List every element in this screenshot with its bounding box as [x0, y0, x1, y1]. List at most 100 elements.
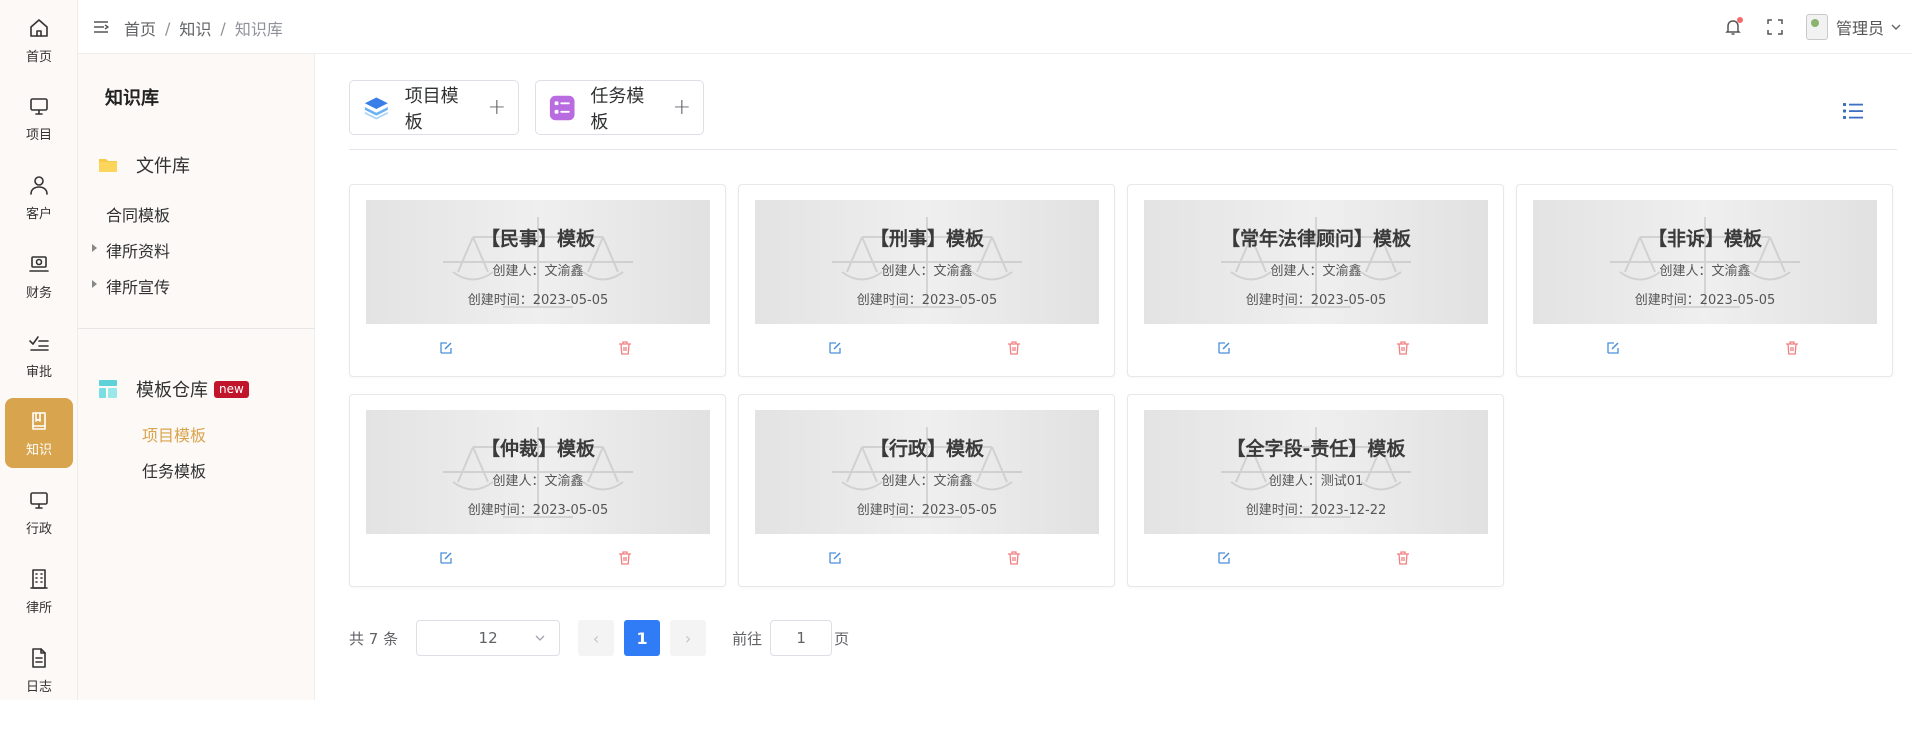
rail-item-log[interactable]: 日志: [5, 635, 73, 705]
edit-icon[interactable]: [827, 340, 843, 356]
card-creator: 创建人：测试01: [1268, 474, 1364, 489]
rail-item-projects[interactable]: 项目: [5, 83, 73, 153]
tab-task-templates[interactable]: 任务模板 +: [535, 80, 704, 135]
goto-label: 前往: [732, 629, 763, 648]
delete-icon[interactable]: [1006, 550, 1022, 566]
sidebar-item-project-templates[interactable]: 项目模板: [142, 422, 206, 446]
template-card[interactable]: 【全字段-责任】模板 创建人：测试01 创建时间：2023-12-22: [1127, 394, 1504, 587]
caret-right-icon[interactable]: [92, 280, 97, 288]
template-card[interactable]: 【民事】模板 创建人：文渝鑫 创建时间：2023-05-05: [349, 184, 726, 377]
sidebar-section-file-library[interactable]: 文件库: [98, 152, 190, 178]
goto-page-input[interactable]: [770, 620, 833, 656]
rail-item-admin[interactable]: 行政: [5, 477, 73, 547]
edit-icon[interactable]: [1605, 340, 1621, 356]
document-icon: [32, 647, 46, 668]
approve-icon: [29, 335, 49, 351]
tab-label: 任务模板: [590, 85, 645, 133]
monitor-icon: [30, 97, 48, 115]
user-name[interactable]: 管理员: [1836, 15, 1884, 39]
card-cover[interactable]: 【仲裁】模板 创建人：文渝鑫 创建时间：2023-05-05: [366, 410, 710, 534]
sidebar-item-firm-materials[interactable]: 律所资料: [92, 238, 170, 262]
card-title: 【全字段-责任】模板: [1226, 438, 1406, 460]
delete-icon[interactable]: [1784, 340, 1800, 356]
add-task-template-icon[interactable]: +: [673, 95, 691, 120]
rail-item-label: 审批: [25, 364, 52, 380]
sidebar-item-contract-templates[interactable]: 合同模板: [106, 202, 170, 226]
chevron-down-icon: [535, 635, 545, 641]
edit-icon[interactable]: [438, 340, 454, 356]
sidebar-section-template-store[interactable]: 模板仓库 new: [98, 376, 249, 402]
rail-item-label: 财务: [25, 285, 52, 301]
card-title: 【行政】模板: [869, 438, 984, 460]
edit-icon[interactable]: [1216, 340, 1232, 356]
sidebar-item-label: 合同模板: [106, 206, 171, 225]
delete-icon[interactable]: [1006, 340, 1022, 356]
edit-icon[interactable]: [827, 550, 843, 566]
page-number-button[interactable]: 1: [624, 620, 661, 656]
card-cover[interactable]: 【非诉】模板 创建人：文渝鑫 创建时间：2023-05-05: [1533, 200, 1877, 324]
sidebar-divider: [78, 328, 315, 329]
delete-icon[interactable]: [617, 550, 633, 566]
card-created-time: 创建时间：2023-05-05: [467, 293, 609, 308]
rail-item-approval[interactable]: 审批: [5, 320, 73, 390]
rail-item-knowledge[interactable]: 知识: [5, 398, 73, 468]
rail-item-firm[interactable]: 律所: [5, 556, 73, 626]
prev-page-button[interactable]: ‹: [578, 620, 615, 656]
sidebar-section-label: 文件库: [136, 156, 190, 177]
notification-button[interactable]: [1722, 16, 1744, 38]
sidebar-item-task-templates[interactable]: 任务模板: [142, 458, 206, 482]
card-cover[interactable]: 【行政】模板 创建人：文渝鑫 创建时间：2023-05-05: [755, 410, 1099, 534]
delete-icon[interactable]: [1395, 550, 1411, 566]
card-cover[interactable]: 【全字段-责任】模板 创建人：测试01 创建时间：2023-12-22: [1144, 410, 1488, 534]
menu-toggle-icon[interactable]: [93, 19, 109, 35]
chevron-down-icon[interactable]: [1890, 21, 1902, 33]
card-created-time: 创建时间：2023-05-05: [1634, 293, 1776, 308]
fullscreen-icon[interactable]: [1766, 18, 1784, 36]
template-card[interactable]: 【仲裁】模板 创建人：文渝鑫 创建时间：2023-05-05: [349, 394, 726, 587]
template-card[interactable]: 【刑事】模板 创建人：文渝鑫 创建时间：2023-05-05: [738, 184, 1115, 377]
tab-project-templates[interactable]: 项目模板 +: [349, 80, 519, 135]
card-creator: 创建人：文渝鑫: [1270, 264, 1362, 279]
rail-item-label: 行政: [25, 521, 52, 537]
breadcrumb-home[interactable]: 首页: [124, 16, 156, 40]
card-cover[interactable]: 【民事】模板 创建人：文渝鑫 创建时间：2023-05-05: [366, 200, 710, 324]
rail-item-finance[interactable]: 财务: [5, 241, 73, 311]
breadcrumb: 首页 / 知识 / 知识库: [124, 16, 283, 40]
notification-dot: [1736, 17, 1743, 23]
card-title: 【民事】模板: [480, 228, 595, 250]
rail-item-clients[interactable]: 客户: [5, 162, 73, 232]
page-size-select[interactable]: 12: [416, 620, 561, 656]
knowledge-sidebar: 知识库 文件库 合同模板 律所资料 律所宣传 模板仓库 new 项目模板 任务模…: [78, 54, 315, 700]
sidebar-item-label: 律所宣传: [106, 278, 171, 297]
rail-item-label: 律所: [25, 600, 52, 616]
breadcrumb-knowledge[interactable]: 知识: [179, 16, 211, 40]
total-count: 共 7 条: [349, 629, 399, 648]
edit-icon[interactable]: [438, 550, 454, 566]
card-creator: 创建人：文渝鑫: [492, 474, 584, 489]
card-title: 【仲裁】模板: [480, 438, 595, 460]
rail-item-label: 首页: [25, 49, 52, 65]
list-view-icon[interactable]: [1842, 101, 1864, 121]
card-creator: 创建人：文渝鑫: [881, 264, 973, 279]
top-header: 首页 / 知识 / 知识库 管理员: [78, 0, 1912, 54]
checklist-icon: [549, 95, 575, 120]
pagination: 共 7 条 12 ‹ 1 › 前往 页: [349, 620, 849, 656]
card-cover[interactable]: 【常年法律顾问】模板 创建人：文渝鑫 创建时间：2023-05-05: [1144, 200, 1488, 324]
next-page-button[interactable]: ›: [670, 620, 707, 656]
template-card[interactable]: 【常年法律顾问】模板 创建人：文渝鑫 创建时间：2023-05-05: [1127, 184, 1504, 377]
avatar[interactable]: [1805, 14, 1828, 40]
template-grid-icon: [99, 380, 117, 398]
card-creator: 创建人：文渝鑫: [881, 474, 973, 489]
add-project-template-icon[interactable]: +: [488, 95, 506, 120]
edit-icon[interactable]: [1216, 550, 1232, 566]
template-card[interactable]: 【行政】模板 创建人：文渝鑫 创建时间：2023-05-05: [738, 394, 1115, 587]
building-icon: [30, 568, 48, 589]
delete-icon[interactable]: [1395, 340, 1411, 356]
card-cover[interactable]: 【刑事】模板 创建人：文渝鑫 创建时间：2023-05-05: [755, 200, 1099, 324]
delete-icon[interactable]: [617, 340, 633, 356]
sidebar-item-firm-promotion[interactable]: 律所宣传: [92, 274, 171, 298]
caret-right-icon[interactable]: [92, 244, 97, 252]
rail-item-home[interactable]: 首页: [5, 5, 73, 75]
template-card[interactable]: 【非诉】模板 创建人：文渝鑫 创建时间：2023-05-05: [1516, 184, 1893, 377]
rail-item-label: 项目: [25, 127, 52, 143]
